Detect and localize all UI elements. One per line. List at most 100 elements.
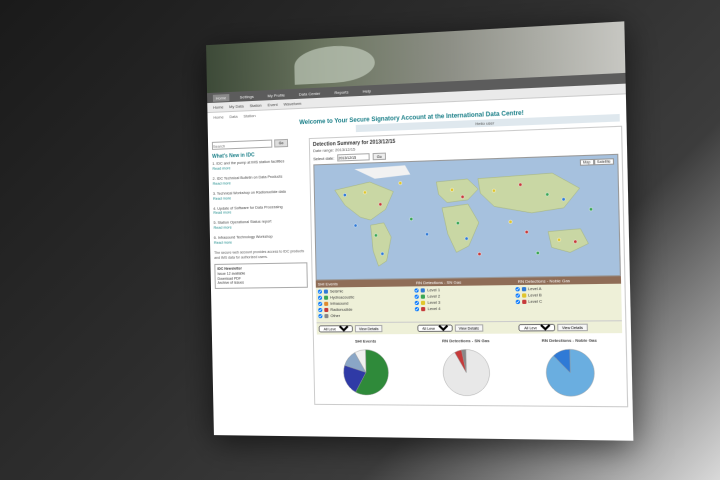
station-marker[interactable] [363, 191, 366, 194]
breadcrumb-item[interactable]: Data [229, 114, 237, 119]
filter-controls: All Levels View Details All Levels View Det… [316, 320, 623, 335]
legend-label: Level 2 [427, 294, 441, 299]
filter-group: All Levels View Details [416, 324, 515, 332]
legend-header-cell: RN Detections - SN Gas [415, 279, 462, 286]
level-select[interactable]: All Levels [416, 324, 453, 332]
legend-item[interactable]: Level 2 [414, 294, 515, 299]
search-button[interactable]: Go [274, 138, 289, 148]
pie-slice-level-1[interactable] [443, 349, 490, 395]
menu-item-my-profile[interactable]: My Profile [264, 91, 288, 99]
map-toggle-map[interactable]: Map [579, 158, 594, 166]
station-marker[interactable] [399, 181, 402, 184]
breadcrumb-item[interactable]: Station [243, 113, 255, 119]
legend-checkbox[interactable] [318, 295, 323, 300]
station-marker[interactable] [461, 195, 464, 198]
legend-swatch [421, 307, 426, 312]
submenu-item[interactable]: Home [213, 104, 223, 109]
date-input[interactable] [337, 153, 370, 162]
breadcrumb-item[interactable]: Home [213, 114, 223, 119]
legend-item[interactable]: Infrasound [318, 301, 415, 306]
station-marker[interactable] [546, 193, 550, 196]
legend-checkbox[interactable] [318, 314, 323, 319]
legend-swatch [421, 294, 426, 299]
submenu-item[interactable]: Waveform [283, 101, 301, 107]
menu-item-data-center[interactable]: Data Center [296, 89, 324, 97]
station-marker[interactable] [478, 252, 481, 255]
legend-checkbox[interactable] [318, 307, 323, 313]
view-details-button[interactable]: View Details [454, 324, 484, 332]
submenu-item[interactable]: My Data [229, 103, 244, 109]
submenu-item[interactable]: Event [268, 102, 278, 108]
legend-column: Level A Level B Level C [515, 286, 620, 319]
station-marker[interactable] [562, 198, 566, 201]
newsletter-line[interactable]: Archive of issues [218, 280, 305, 286]
legend-item[interactable]: Level 3 [415, 300, 515, 306]
legend-checkbox[interactable] [414, 294, 420, 299]
station-marker[interactable] [456, 221, 459, 224]
view-details-button[interactable]: View Details [354, 324, 383, 333]
legend-body: Seismic Hydroacoustic Infrasound Radionucli… [315, 283, 622, 323]
legend-item[interactable]: Level A [515, 286, 619, 292]
view-details-button[interactable]: View Details [557, 323, 588, 332]
intro-text: The secure web account provides access t… [214, 249, 305, 260]
date-go-button[interactable]: Go [372, 152, 386, 161]
pie-svg [330, 346, 402, 400]
station-marker[interactable] [589, 207, 593, 211]
legend-item[interactable]: Level B [515, 292, 619, 298]
legend-item[interactable]: Level C [515, 299, 619, 305]
news-item: 5. Station Operational Status report Read… [213, 219, 306, 231]
legend-item[interactable]: Hydroacoustic [318, 295, 415, 300]
station-marker[interactable] [381, 252, 384, 255]
station-marker[interactable] [536, 251, 540, 254]
legend-checkbox[interactable] [515, 299, 520, 305]
legend-checkbox[interactable] [318, 301, 323, 306]
menu-item-home[interactable]: Home [212, 93, 230, 102]
station-marker[interactable] [374, 234, 377, 237]
station-marker[interactable] [450, 188, 453, 191]
level-select[interactable]: All Levels [318, 325, 353, 333]
station-marker[interactable] [410, 217, 413, 220]
station-marker[interactable] [465, 237, 468, 240]
legend-swatch [421, 300, 426, 305]
legend-item[interactable]: Other [318, 313, 415, 319]
legend-swatch [323, 289, 328, 294]
detection-panel: Detection Summary for 2013/12/15 Date ra… [308, 125, 629, 408]
station-marker[interactable] [525, 230, 528, 233]
world-map[interactable]: Map Satellite [313, 153, 621, 281]
legend-header-cell: RN Detections - Noble Gas [517, 277, 571, 284]
legend-item[interactable]: Level 4 [415, 306, 515, 312]
map-toggle-satellite[interactable]: Satellite [593, 158, 615, 166]
level-select[interactable]: All Levels [518, 323, 556, 332]
station-marker[interactable] [574, 240, 578, 243]
station-marker[interactable] [379, 203, 382, 206]
station-marker[interactable] [354, 224, 357, 227]
legend-checkbox[interactable] [414, 288, 420, 293]
legend-item[interactable]: Level 1 [414, 287, 515, 293]
menu-item-help[interactable]: Help [360, 87, 375, 95]
legend-checkbox[interactable] [415, 300, 420, 306]
pie-svg [429, 345, 504, 400]
legend-checkbox[interactable] [317, 289, 322, 294]
legend-checkbox[interactable] [415, 307, 420, 312]
news-link[interactable]: Read more [214, 224, 307, 231]
station-marker[interactable] [519, 183, 522, 186]
station-marker[interactable] [492, 189, 495, 192]
search-input[interactable] [211, 139, 273, 150]
station-marker[interactable] [343, 193, 346, 196]
station-marker[interactable] [557, 238, 561, 241]
pie-chart-title: SHI Events [354, 338, 377, 344]
legend-item[interactable]: Seismic [317, 288, 415, 294]
legend-label: Radionuclide [330, 307, 353, 312]
news-item: 4. Update of Software for Data Processin… [213, 204, 306, 216]
legend-column: Seismic Hydroacoustic Infrasound Radionucli… [317, 288, 416, 320]
news-link[interactable]: Read more [214, 239, 307, 246]
menu-item-settings[interactable]: Settings [237, 92, 257, 100]
legend-item[interactable]: Radionuclide [318, 307, 415, 313]
legend-checkbox[interactable] [515, 287, 520, 292]
news-item: 6. Infrasound Technology Workshop Read mo… [214, 234, 307, 246]
submenu-item[interactable]: Station [249, 103, 261, 109]
menu-item-reports[interactable]: Reports [331, 88, 351, 96]
station-marker[interactable] [425, 233, 428, 236]
legend-checkbox[interactable] [515, 293, 520, 298]
station-marker[interactable] [509, 220, 512, 223]
